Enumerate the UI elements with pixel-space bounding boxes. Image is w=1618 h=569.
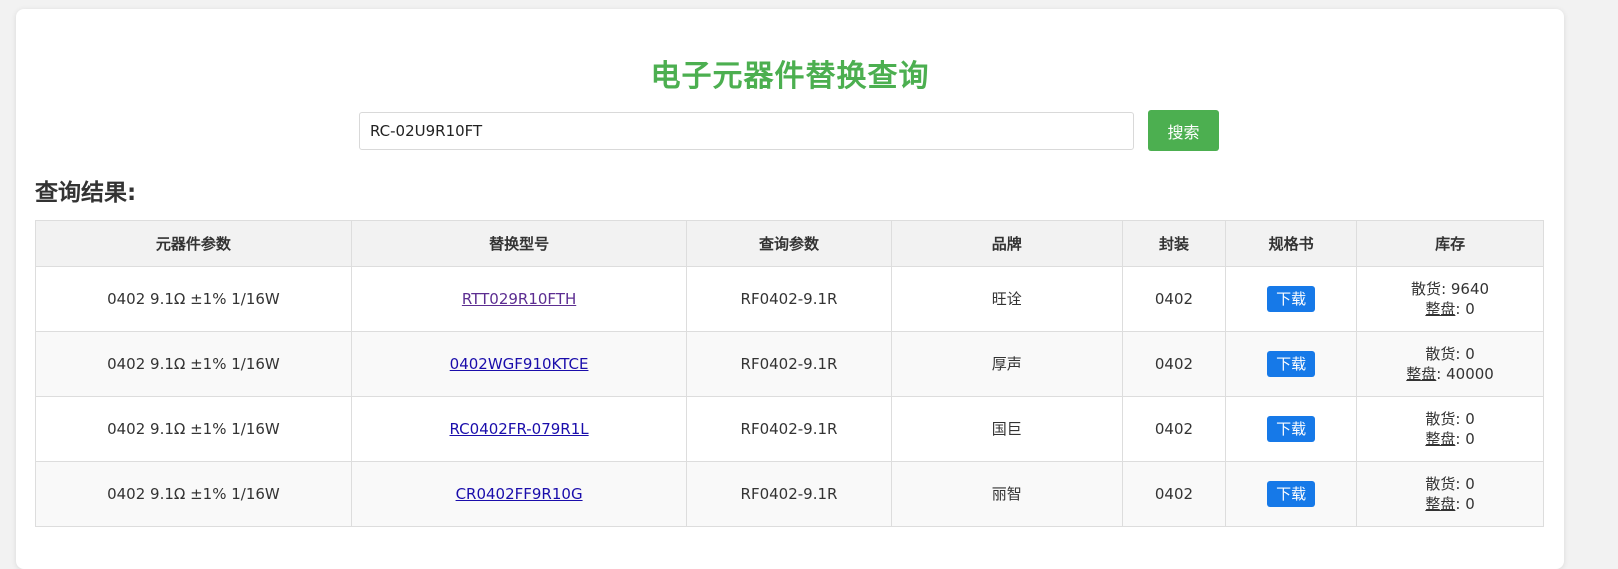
- stock-reel-label: 整盘: [1425, 430, 1456, 448]
- download-button[interactable]: 下载: [1267, 286, 1316, 312]
- download-button[interactable]: 下载: [1267, 481, 1316, 507]
- stock-reel: 整盘: 0: [1425, 430, 1475, 448]
- model-link[interactable]: RTT029R10FTH: [462, 290, 576, 308]
- table-row: 0402 9.1Ω ±1% 1/16W CR0402FF9R10G RF0402…: [35, 461, 1544, 527]
- table-row: 0402 9.1Ω ±1% 1/16W RC0402FR-079R1L RF04…: [35, 396, 1544, 462]
- stock-reel: 整盘: 0: [1425, 495, 1475, 513]
- column-header-stock: 库存: [1356, 220, 1544, 267]
- download-button[interactable]: 下载: [1267, 351, 1316, 377]
- cell-model: 0402WGF910KTCE: [350, 331, 688, 397]
- results-heading: 查询结果:: [35, 180, 137, 206]
- page-title: 电子元器件替换查询: [650, 59, 930, 94]
- cell-brand: 国巨: [890, 396, 1123, 462]
- table-header-row: 元器件参数 替换型号 查询参数 品牌 封装 规格书 库存: [35, 220, 1544, 267]
- main-card: 电子元器件替换查询 搜索 查询结果: 元器件参数 替换型号 查询参数 品牌 封装…: [16, 9, 1564, 569]
- column-header-package: 封装: [1121, 220, 1227, 267]
- column-header-datasheet: 规格书: [1225, 220, 1358, 267]
- stock-reel-label: 整盘: [1425, 495, 1456, 513]
- cell-model: CR0402FF9R10G: [350, 461, 688, 527]
- stock-loose: 散货: 0: [1425, 345, 1475, 363]
- table-row: 0402 9.1Ω ±1% 1/16W 0402WGF910KTCE RF040…: [35, 331, 1544, 397]
- stock-reel-value: 0: [1465, 300, 1475, 318]
- cell-query: RF0402-9.1R: [686, 266, 892, 332]
- stock-reel-value: 0: [1465, 495, 1475, 513]
- cell-query: RF0402-9.1R: [686, 331, 892, 397]
- cell-datasheet: 下载: [1225, 331, 1358, 397]
- column-header-param: 元器件参数: [35, 220, 352, 267]
- stock-loose-label: 散货: [1425, 475, 1456, 493]
- cell-param: 0402 9.1Ω ±1% 1/16W: [35, 331, 352, 397]
- cell-param: 0402 9.1Ω ±1% 1/16W: [35, 396, 352, 462]
- download-button[interactable]: 下载: [1267, 416, 1316, 442]
- stock-reel-label: 整盘: [1425, 300, 1456, 318]
- cell-stock: 散货: 0 整盘: 40000: [1356, 331, 1544, 397]
- table-row: 0402 9.1Ω ±1% 1/16W RTT029R10FTH RF0402-…: [35, 266, 1544, 332]
- stock-loose-label: 散货: [1411, 280, 1442, 298]
- cell-package: 0402: [1121, 396, 1227, 462]
- stock-loose: 散货: 9640: [1411, 280, 1490, 298]
- stock-loose-value: 0: [1465, 410, 1475, 428]
- cell-stock: 散货: 0 整盘: 0: [1356, 461, 1544, 527]
- search-bar: 搜索: [359, 110, 1219, 152]
- search-button[interactable]: 搜索: [1148, 110, 1219, 151]
- stock-loose: 散货: 0: [1425, 410, 1475, 428]
- model-link[interactable]: CR0402FF9R10G: [456, 485, 583, 503]
- cell-model: RC0402FR-079R1L: [350, 396, 688, 462]
- cell-param: 0402 9.1Ω ±1% 1/16W: [35, 461, 352, 527]
- model-link[interactable]: 0402WGF910KTCE: [450, 355, 589, 373]
- model-link[interactable]: RC0402FR-079R1L: [450, 420, 589, 438]
- column-header-query: 查询参数: [686, 220, 892, 267]
- cell-stock: 散货: 0 整盘: 0: [1356, 396, 1544, 462]
- stock-loose-label: 散货: [1425, 345, 1456, 363]
- cell-stock: 散货: 9640 整盘: 0: [1356, 266, 1544, 332]
- search-input[interactable]: [359, 112, 1134, 150]
- cell-brand: 厚声: [890, 331, 1123, 397]
- cell-query: RF0402-9.1R: [686, 396, 892, 462]
- stock-loose-label: 散货: [1425, 410, 1456, 428]
- cell-brand: 丽智: [890, 461, 1123, 527]
- results-table: 元器件参数 替换型号 查询参数 品牌 封装 规格书 库存 0402 9.1Ω ±…: [35, 220, 1544, 527]
- column-header-brand: 品牌: [890, 220, 1123, 267]
- stock-reel-value: 40000: [1446, 365, 1494, 383]
- cell-package: 0402: [1121, 331, 1227, 397]
- stock-loose: 散货: 0: [1425, 475, 1475, 493]
- cell-datasheet: 下载: [1225, 396, 1358, 462]
- stock-reel-value: 0: [1465, 430, 1475, 448]
- column-header-model: 替换型号: [350, 220, 688, 267]
- cell-datasheet: 下载: [1225, 461, 1358, 527]
- cell-query: RF0402-9.1R: [686, 461, 892, 527]
- stock-reel: 整盘: 40000: [1406, 365, 1494, 383]
- stock-loose-value: 0: [1465, 345, 1475, 363]
- cell-datasheet: 下载: [1225, 266, 1358, 332]
- stock-loose-value: 0: [1465, 475, 1475, 493]
- cell-package: 0402: [1121, 266, 1227, 332]
- stock-loose-value: 9640: [1450, 280, 1490, 298]
- cell-brand: 旺诠: [890, 266, 1123, 332]
- stock-reel-label: 整盘: [1406, 365, 1437, 383]
- cell-package: 0402: [1121, 461, 1227, 527]
- stock-reel: 整盘: 0: [1425, 300, 1475, 318]
- cell-model: RTT029R10FTH: [350, 266, 688, 332]
- cell-param: 0402 9.1Ω ±1% 1/16W: [35, 266, 352, 332]
